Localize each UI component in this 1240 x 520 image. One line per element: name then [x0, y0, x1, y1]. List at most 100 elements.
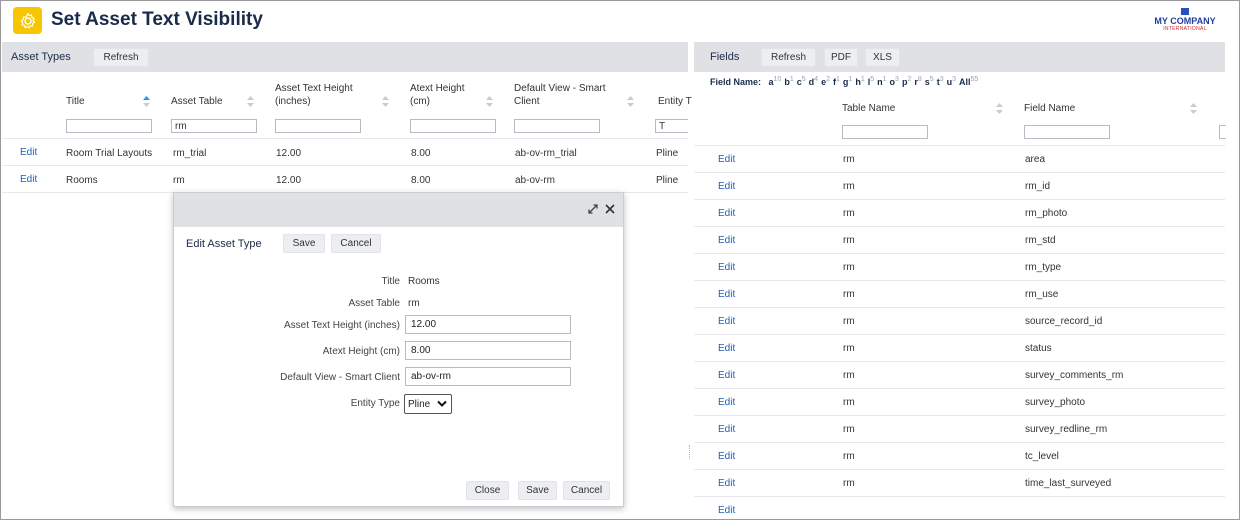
row-divider: [694, 307, 1225, 308]
col-atext-height[interactable]: Atext Height (cm): [410, 82, 480, 108]
default-view-field[interactable]: [405, 367, 571, 386]
fields-title: Fields: [710, 51, 740, 63]
field-letter-count: 55: [970, 76, 979, 83]
cell-text-height: 12.00: [276, 148, 302, 159]
edit-link[interactable]: Edit: [718, 478, 735, 489]
asset-types-refresh-button[interactable]: Refresh: [93, 48, 149, 67]
text-height-field[interactable]: [405, 315, 571, 334]
cell-atext-height: 8.00: [411, 175, 431, 186]
edit-link[interactable]: Edit: [718, 316, 735, 327]
filter-asset-table[interactable]: [171, 119, 257, 133]
gear-icon: [13, 7, 42, 34]
edit-link[interactable]: Edit: [20, 147, 37, 158]
row-divider: [694, 388, 1225, 389]
maximize-icon[interactable]: [587, 203, 599, 215]
col-text-height[interactable]: Asset Text Height (inches): [275, 82, 371, 108]
splitter-handle[interactable]: [689, 445, 692, 459]
col-asset-table[interactable]: Asset Table: [171, 95, 223, 108]
row-divider: [694, 280, 1225, 281]
field-letter-filter[interactable]: n: [877, 77, 883, 87]
company-logo: MY COMPANY INTERNATIONAL: [1149, 8, 1221, 32]
form-label-entity-type: Entity Type: [350, 398, 400, 409]
field-letter-filter[interactable]: All: [959, 77, 971, 87]
sort-icon[interactable]: [247, 96, 254, 107]
fields-pdf-button[interactable]: PDF: [824, 48, 858, 67]
sort-icon[interactable]: [382, 96, 389, 107]
field-letter-filter[interactable]: h: [855, 77, 861, 87]
cell-table-name: rm: [843, 235, 855, 246]
filter-table-name[interactable]: [842, 125, 928, 139]
dialog-close-button[interactable]: Close: [466, 481, 509, 500]
row-divider: [694, 415, 1225, 416]
sort-icon[interactable]: [486, 96, 493, 107]
cell-asset-table: rm_trial: [173, 148, 207, 159]
col-field-name[interactable]: Field Name: [1024, 102, 1075, 115]
cell-field-name: source_record_id: [1025, 316, 1103, 327]
cell-text-height: 12.00: [276, 175, 302, 186]
close-icon[interactable]: [604, 203, 616, 215]
filter-text-height[interactable]: [275, 119, 361, 133]
field-letter-count: 3: [952, 76, 957, 83]
sort-asc-icon[interactable]: [143, 96, 150, 107]
cell-field-name: rm_use: [1025, 289, 1059, 300]
dialog-save-button[interactable]: Save: [518, 481, 557, 500]
sort-icon[interactable]: [1190, 103, 1197, 114]
edit-link[interactable]: Edit: [718, 181, 735, 192]
cell-field-name: rm_std: [1025, 235, 1056, 246]
cell-table-name: rm: [843, 478, 855, 489]
edit-link[interactable]: Edit: [718, 397, 735, 408]
cell-field-name: survey_photo: [1025, 397, 1086, 408]
logo-mark: [1181, 8, 1189, 15]
edit-link[interactable]: Edit: [718, 235, 735, 246]
dialog-cancel-button[interactable]: Cancel: [563, 481, 610, 500]
fields-xls-button[interactable]: XLS: [865, 48, 900, 67]
edit-link[interactable]: Edit: [718, 424, 735, 435]
col-default-view[interactable]: Default View - Smart Client: [514, 82, 618, 108]
edit-link[interactable]: Edit: [718, 208, 735, 219]
field-letter-count: 3: [895, 76, 899, 83]
cell-field-name: rm_id: [1025, 181, 1051, 192]
edit-link[interactable]: Edit: [718, 505, 735, 516]
app-window: Set Asset Text Visibility MY COMPANY INT…: [0, 0, 1240, 520]
filter-extra-column[interactable]: [1219, 125, 1226, 139]
cell-title: Room Trial Layouts: [66, 148, 153, 159]
cell-table-name: rm: [843, 316, 855, 327]
form-label-asset-table: Asset Table: [348, 298, 400, 309]
fields-titlebar: Fields Refresh PDF XLS: [694, 42, 1225, 72]
filter-atext-height[interactable]: [410, 119, 496, 133]
fields-refresh-button[interactable]: Refresh: [761, 48, 816, 67]
field-letter-filter[interactable]: a: [769, 77, 774, 87]
edit-link[interactable]: Edit: [718, 262, 735, 273]
row-divider: [694, 361, 1225, 362]
sort-icon[interactable]: [627, 96, 634, 107]
filter-title[interactable]: [66, 119, 152, 133]
dialog-save-button-top[interactable]: Save: [283, 234, 325, 253]
atext-height-field[interactable]: [405, 341, 571, 360]
edit-link[interactable]: Edit: [718, 343, 735, 354]
cell-default-view: ab-ov-rm_trial: [515, 148, 577, 159]
col-title[interactable]: Title: [66, 95, 85, 108]
cell-table-name: rm: [843, 397, 855, 408]
cell-table-name: rm: [843, 370, 855, 381]
field-letter-count: 5: [929, 76, 934, 83]
cell-table-name: rm: [843, 181, 855, 192]
asset-types-titlebar: Asset Types Refresh: [2, 42, 688, 72]
row-divider: [694, 469, 1225, 470]
field-letter-filter[interactable]: c: [797, 77, 802, 87]
edit-link[interactable]: Edit: [718, 451, 735, 462]
edit-link[interactable]: Edit: [718, 370, 735, 381]
col-entity-type[interactable]: Entity T: [658, 95, 692, 108]
form-label-text-height: Asset Text Height (inches): [284, 320, 400, 331]
entity-type-select[interactable]: Pline: [404, 394, 452, 414]
sort-icon[interactable]: [996, 103, 1003, 114]
dialog-titlebar[interactable]: [174, 193, 623, 227]
filter-entity-type[interactable]: [655, 119, 688, 133]
filter-default-view[interactable]: [514, 119, 600, 133]
edit-link[interactable]: Edit: [718, 154, 735, 165]
dialog-cancel-button-top[interactable]: Cancel: [331, 234, 381, 253]
col-table-name[interactable]: Table Name: [842, 102, 895, 115]
edit-link[interactable]: Edit: [20, 174, 37, 185]
field-letter-count: 3: [939, 76, 944, 83]
edit-link[interactable]: Edit: [718, 289, 735, 300]
filter-field-name[interactable]: [1024, 125, 1110, 139]
